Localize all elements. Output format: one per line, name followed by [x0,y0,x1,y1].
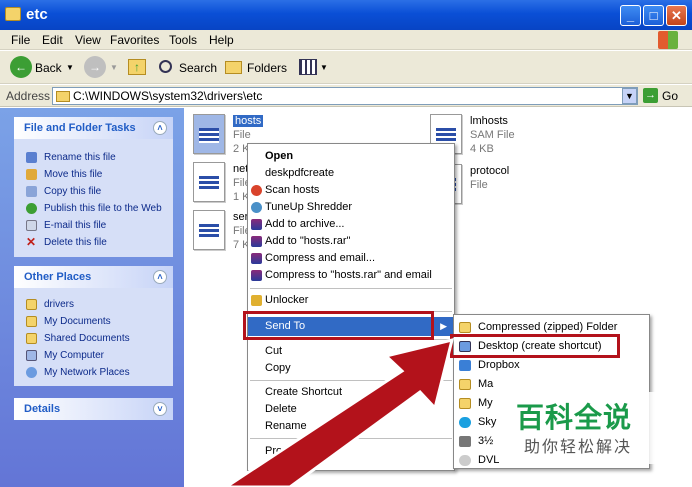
watermark-subtitle: 助你轻松解决 [524,439,633,456]
watermark-title: 百科全说 [516,402,633,433]
